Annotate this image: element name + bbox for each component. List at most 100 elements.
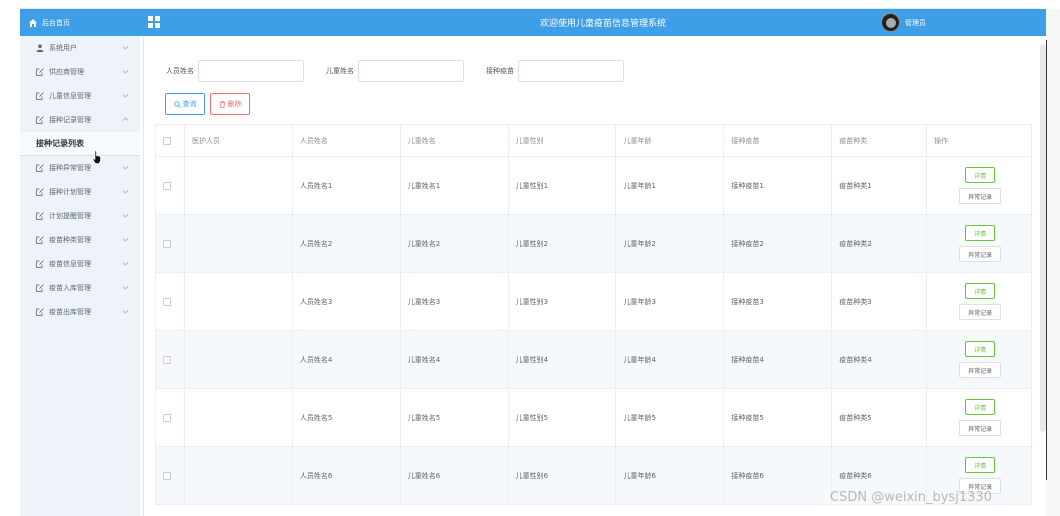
select-all-checkbox[interactable] — [163, 136, 171, 145]
sidebar-item-vaccination-record[interactable]: 接种记录管理 — [20, 108, 140, 132]
chevron-down-icon — [122, 46, 129, 50]
table-cell: 接种疫苗6 — [724, 447, 833, 505]
delete-button[interactable]: 删除 — [210, 93, 250, 115]
table-cell: 儿童姓名2 — [400, 215, 509, 273]
table-cell: 接种疫苗4 — [724, 331, 833, 389]
chevron-down-icon — [122, 238, 129, 242]
sidebar-item-vaccine-inbound[interactable]: 疫苗入库管理 — [20, 276, 140, 300]
abnormal-record-button[interactable]: 异常记录 — [959, 246, 1002, 262]
chevron-down-icon — [122, 94, 129, 98]
chevron-down-icon — [122, 262, 129, 266]
sidebar-item-label: 接种记录管理 — [49, 116, 91, 124]
column-header: 疫苗种类 — [832, 125, 928, 157]
table-cell: 儿童性别6 — [508, 447, 617, 505]
sidebar-item-system-users[interactable]: 系统用户 — [20, 36, 140, 60]
table-cell — [184, 331, 293, 389]
detail-button[interactable]: 详情 — [965, 283, 996, 299]
chevron-down-icon — [122, 190, 129, 194]
sidebar-subitem-vaccination-list[interactable]: 接种记录列表 — [20, 132, 140, 156]
watermark: CSDN @weixin_bysj1330 — [830, 490, 992, 505]
staff-name-label: 人员姓名 — [166, 67, 194, 75]
table-cell: 儿童年龄1 — [616, 157, 725, 215]
main-content: 人员姓名 儿童姓名 接种疫苗 查询 删除 医护人员 人员姓名 儿童姓名 儿童性别… — [140, 36, 1046, 516]
table-cell: 人员姓名3 — [292, 273, 401, 331]
staff-name-input[interactable] — [198, 60, 304, 82]
grid-menu-icon[interactable] — [148, 16, 160, 28]
row-checkbox[interactable] — [163, 181, 171, 190]
sidebar-item-supplier[interactable]: 供应商管理 — [20, 60, 140, 84]
sidebar-item-vaccination-plan[interactable]: 接种计划管理 — [20, 180, 140, 204]
table-cell: 人员姓名4 — [292, 331, 401, 389]
user-icon — [36, 44, 44, 52]
table-body: 人员姓名1 儿童姓名1 儿童性别1 儿童年龄1 接种疫苗1 疫苗种类1 详情 异常记录 人员姓名… — [156, 157, 1032, 505]
scrollbar-divider — [1046, 40, 1047, 480]
table-cell: 疫苗种类1 — [832, 157, 928, 215]
table-cell: 疫苗种类5 — [832, 389, 928, 447]
row-checkbox[interactable] — [163, 471, 171, 480]
chevron-down-icon — [122, 286, 129, 290]
sidebar-item-vaccination-abnormal[interactable]: 接种异常管理 — [20, 156, 140, 180]
table-cell: 儿童姓名3 — [400, 273, 509, 331]
row-checkbox-cell — [156, 215, 185, 273]
table-cell: 儿童年龄2 — [616, 215, 725, 273]
row-checkbox[interactable] — [163, 413, 171, 422]
abnormal-record-button[interactable]: 异常记录 — [959, 420, 1002, 436]
sidebar-item-child-info[interactable]: 儿童信息管理 — [20, 84, 140, 108]
table-row: 人员姓名2 儿童姓名2 儿童性别2 儿童年龄2 接种疫苗2 疫苗种类2 详情 异常记录 — [156, 215, 1032, 273]
vaccine-input[interactable] — [518, 60, 624, 82]
table-header: 医护人员 人员姓名 儿童姓名 儿童性别 儿童年龄 接种疫苗 疫苗种类 操作 — [156, 125, 1032, 157]
row-checkbox-cell — [156, 331, 185, 389]
edit-doc-icon — [36, 68, 44, 76]
table-cell: 疫苗种类3 — [832, 273, 928, 331]
row-checkbox[interactable] — [163, 239, 171, 248]
hand-cursor-icon — [92, 150, 101, 164]
table-cell: 儿童姓名1 — [400, 157, 509, 215]
row-checkbox[interactable] — [163, 297, 171, 306]
chevron-down-icon — [122, 70, 129, 74]
sidebar-home[interactable]: 后台首页 — [20, 9, 140, 36]
table-cell: 儿童年龄4 — [616, 331, 725, 389]
abnormal-record-button[interactable]: 异常记录 — [959, 362, 1002, 378]
sidebar-item-label: 接种计划管理 — [49, 188, 91, 196]
search-icon — [173, 100, 181, 108]
search-bar: 人员姓名 儿童姓名 接种疫苗 — [166, 60, 624, 82]
column-header: 接种疫苗 — [724, 125, 833, 157]
abnormal-record-button[interactable]: 异常记录 — [959, 304, 1002, 320]
user-name[interactable]: 管理员 — [905, 18, 926, 28]
child-name-label: 儿童姓名 — [326, 67, 354, 75]
child-name-input[interactable] — [358, 60, 464, 82]
table-cell: 儿童性别2 — [508, 215, 617, 273]
detail-button[interactable]: 详情 — [965, 399, 996, 415]
page-scrollbar-track[interactable] — [1046, 9, 1060, 516]
top-header: 欢迎使用儿童疫苗信息管理系统 管理员 — [140, 9, 1046, 36]
detail-button[interactable]: 详情 — [965, 225, 996, 241]
sidebar-item-vaccine-type[interactable]: 疫苗种类管理 — [20, 228, 140, 252]
sidebar-item-vaccine-outbound[interactable]: 疫苗出库管理 — [20, 300, 140, 324]
chevron-down-icon — [122, 166, 129, 170]
column-header: 人员姓名 — [292, 125, 401, 157]
sidebar-item-label: 系统用户 — [49, 44, 77, 52]
detail-button[interactable]: 详情 — [965, 341, 996, 357]
table-cell: 人员姓名1 — [292, 157, 401, 215]
query-button[interactable]: 查询 — [165, 93, 205, 115]
detail-button[interactable]: 详情 — [965, 457, 996, 473]
row-checkbox-cell — [156, 447, 185, 505]
actions-cell: 详情 异常记录 — [927, 273, 1032, 331]
sidebar-item-label: 疫苗信息管理 — [49, 260, 91, 268]
row-checkbox[interactable] — [163, 355, 171, 364]
edit-doc-icon — [36, 188, 44, 196]
sidebar-item-label: 疫苗出库管理 — [49, 308, 91, 316]
table-cell — [184, 157, 293, 215]
detail-button[interactable]: 详情 — [965, 167, 996, 183]
abnormal-record-button[interactable]: 异常记录 — [959, 188, 1002, 204]
table-cell — [184, 215, 293, 273]
avatar[interactable] — [881, 13, 900, 32]
column-header: 儿童年龄 — [616, 125, 725, 157]
content-left-border — [143, 36, 144, 516]
sidebar-item-plan-reminder[interactable]: 计划提醒管理 — [20, 204, 140, 228]
edit-doc-icon — [36, 92, 44, 100]
records-table: 医护人员 人员姓名 儿童姓名 儿童性别 儿童年龄 接种疫苗 疫苗种类 操作 人员… — [155, 124, 1032, 505]
edit-doc-icon — [36, 116, 44, 124]
table-cell: 疫苗种类2 — [832, 215, 928, 273]
sidebar-item-vaccine-info[interactable]: 疫苗信息管理 — [20, 252, 140, 276]
